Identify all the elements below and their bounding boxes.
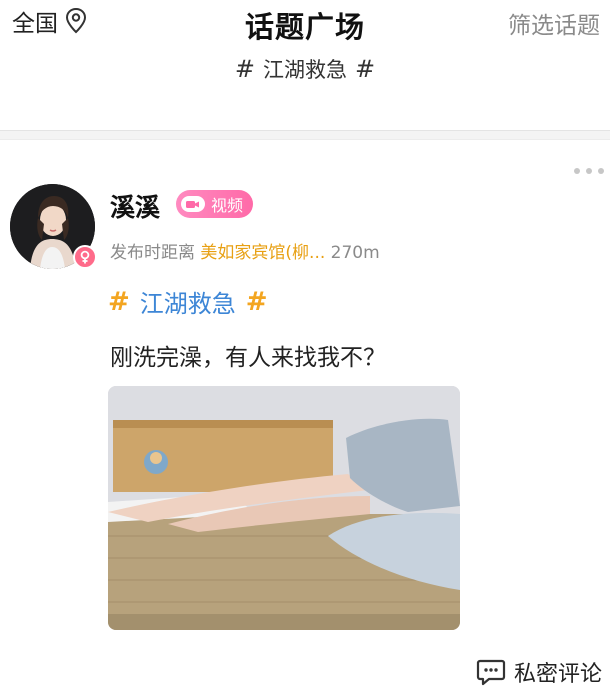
meta-prefix: 发布时距离 — [110, 243, 195, 263]
post-text: 刚洗完澡，有人来找我不？ — [110, 345, 386, 371]
private-comment-label: 私密评论 — [513, 662, 602, 687]
username[interactable]: 溪溪 — [110, 188, 160, 224]
female-gender-icon — [73, 245, 97, 269]
post-meta: 发布时距离 美如家宾馆(柳... 270m — [110, 238, 380, 263]
hash-icon: # — [355, 55, 376, 83]
private-comment-button[interactable]: 私密评论 — [476, 656, 602, 688]
more-dots-icon — [586, 168, 592, 174]
chat-bubble-icon — [476, 659, 506, 686]
video-badge-label: 视频 — [211, 196, 244, 215]
section-divider — [0, 130, 610, 140]
current-topic-label: 江湖救急 — [263, 58, 347, 82]
hash-icon: # — [245, 286, 268, 317]
header: 全国 话题广场 筛选话题 # 江湖救急 # — [0, 0, 610, 132]
more-options-button[interactable] — [574, 168, 604, 174]
post-topic-label: 江湖救急 — [139, 290, 236, 318]
hash-icon: # — [108, 286, 130, 317]
post-card: 溪溪 视频 发布时距离 美如家宾馆(柳... 270m # 江湖救急 # 刚洗完… — [0, 140, 610, 700]
post-topic-tag[interactable]: # 江湖救急 # — [108, 284, 268, 319]
page: 全国 话题广场 筛选话题 # 江湖救急 # 溪溪 视频 发布时距离 美如家宾馆(… — [0, 0, 610, 700]
filter-topics-button[interactable]: 筛选话题 — [508, 6, 600, 40]
venue-link[interactable]: 美如家宾馆(柳... — [200, 243, 325, 263]
distance-label: 270m — [330, 243, 380, 263]
hash-icon: # — [234, 55, 255, 83]
post-video-thumbnail[interactable] — [108, 386, 460, 630]
more-dots-icon — [574, 168, 580, 174]
more-dots-icon — [598, 168, 604, 174]
current-topic-tag[interactable]: # 江湖救急 # — [0, 54, 610, 84]
video-badge: 视频 — [176, 190, 254, 218]
avatar[interactable] — [10, 184, 97, 269]
video-camera-icon — [181, 196, 205, 212]
